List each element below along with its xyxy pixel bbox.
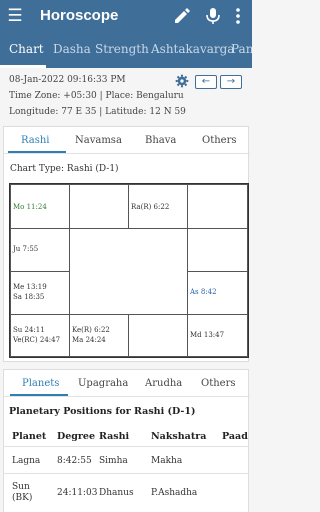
- cell-nakshatra: P.Ashadha: [151, 488, 198, 498]
- tab-dasha[interactable]: Dasha: [53, 42, 91, 56]
- timezone-place-text: Time Zone: +05:30 | Place: Bengaluru: [9, 91, 184, 101]
- arrow-right-icon: →: [226, 76, 236, 87]
- tab-ashtakavarga[interactable]: Ashtakavarga: [151, 42, 234, 56]
- planet-mandi: Md 13:47: [190, 331, 225, 339]
- rashi-chart-grid: Mo 11:24 Ra(R) 6:22 Ju 7:55 Me 13:19 Sa …: [9, 183, 249, 358]
- subtab-arudha[interactable]: Arudha: [145, 378, 182, 389]
- subtab-others[interactable]: Others: [201, 378, 236, 389]
- app-bar: ☰ Horoscope Chart Dasha Strength Ashtaka…: [0, 0, 252, 68]
- house-cell[interactable]: [128, 314, 188, 357]
- chart-card: Rashi Navamsa Bhava Others Chart Type: R…: [3, 126, 250, 362]
- subtab-rashi[interactable]: Rashi: [21, 135, 50, 146]
- house-cell[interactable]: As 8:42: [187, 271, 248, 315]
- cell-rashi: Simha: [99, 456, 128, 466]
- chart-type-label: Chart Type: Rashi (D-1): [10, 164, 119, 174]
- house-cell[interactable]: Mo 11:24: [10, 184, 70, 229]
- more-options-icon[interactable]: [228, 6, 248, 26]
- col-paad: Paad: [222, 431, 248, 442]
- subtab-planets[interactable]: Planets: [22, 378, 59, 389]
- planet-ketu: Ke(R) 6:22: [72, 326, 110, 334]
- planet-venus: Ve(RC) 24:47: [13, 336, 61, 344]
- arrow-left-icon: ←: [201, 76, 211, 87]
- tab-chart[interactable]: Chart: [9, 42, 44, 56]
- planet-sun: Su 24:11: [13, 326, 45, 334]
- planet-saturn: Sa 18:35: [13, 293, 45, 301]
- cell-planet: Sun: [12, 482, 30, 492]
- house-cell[interactable]: Ra(R) 6:22: [128, 184, 188, 229]
- cell-planet: Lagna: [12, 456, 41, 466]
- house-cell[interactable]: [187, 184, 248, 229]
- gear-icon[interactable]: [175, 74, 189, 88]
- planet-moon: Mo 11:24: [13, 203, 47, 211]
- planet-mercury: Me 13:19: [13, 283, 47, 291]
- edit-icon[interactable]: [172, 6, 192, 26]
- col-planet: Planet: [12, 431, 47, 442]
- next-arrow-button[interactable]: →: [220, 75, 242, 89]
- ascendant-label: As 8:42: [190, 288, 217, 296]
- planet-jupiter: Ju 7:55: [13, 245, 39, 253]
- house-cell[interactable]: Ju 7:55: [10, 228, 70, 272]
- main-tabs: Chart Dasha Strength Ashtakavarga Panc: [0, 36, 252, 68]
- longitude-latitude-text: Longitude: 77 E 35 | Latitude: 12 N 59: [9, 107, 186, 117]
- house-cell[interactable]: [69, 184, 129, 229]
- planet-subtabs: Planets Upagraha Arudha Others: [4, 370, 248, 396]
- subtab-upagraha[interactable]: Upagraha: [78, 378, 128, 389]
- microphone-icon[interactable]: [203, 6, 223, 26]
- col-nakshatra: Nakshatra: [151, 431, 207, 442]
- divider: [4, 396, 250, 397]
- planet-section-title: Planetary Positions for Rashi (D-1): [9, 406, 196, 417]
- cell-degree: 24:11:03: [57, 488, 98, 498]
- tab-panchang[interactable]: Panc: [231, 42, 252, 56]
- previous-arrow-button[interactable]: ←: [195, 75, 217, 89]
- house-cell[interactable]: [187, 228, 248, 272]
- col-degree: Degree: [57, 431, 96, 442]
- cell-rashi: Dhanus: [99, 488, 134, 498]
- subtab-bhava[interactable]: Bhava: [145, 135, 176, 146]
- tab-strength[interactable]: Strength: [95, 42, 149, 56]
- house-cell[interactable]: Su 24:11 Ve(RC) 24:47: [10, 314, 70, 357]
- cell-degree: 8:42:55: [57, 456, 92, 466]
- house-cell[interactable]: Me 13:19 Sa 18:35: [10, 271, 70, 315]
- subtab-others[interactable]: Others: [202, 135, 237, 146]
- divider: [3, 446, 249, 447]
- cell-planet-karaka: (BK): [12, 493, 33, 503]
- planet-mars: Ma 24:24: [72, 336, 106, 344]
- birth-info: 08-Jan-2022 09:16:33 PM Time Zone: +05:3…: [0, 68, 252, 122]
- house-cell[interactable]: Md 13:47: [187, 314, 248, 357]
- col-rashi: Rashi: [99, 431, 130, 442]
- divider: [4, 153, 250, 154]
- subtab-navamsa[interactable]: Navamsa: [75, 135, 122, 146]
- datetime-text: 08-Jan-2022 09:16:33 PM: [9, 75, 126, 85]
- app-title: Horoscope: [40, 7, 119, 24]
- cell-nakshatra: Makha: [151, 456, 183, 466]
- divider: [3, 473, 249, 474]
- chart-subtabs: Rashi Navamsa Bhava Others: [4, 127, 248, 153]
- menu-icon[interactable]: ☰: [6, 6, 24, 26]
- planet-rahu: Ra(R) 6:22: [131, 203, 170, 211]
- house-cell[interactable]: Ke(R) 6:22 Ma 24:24: [69, 314, 129, 357]
